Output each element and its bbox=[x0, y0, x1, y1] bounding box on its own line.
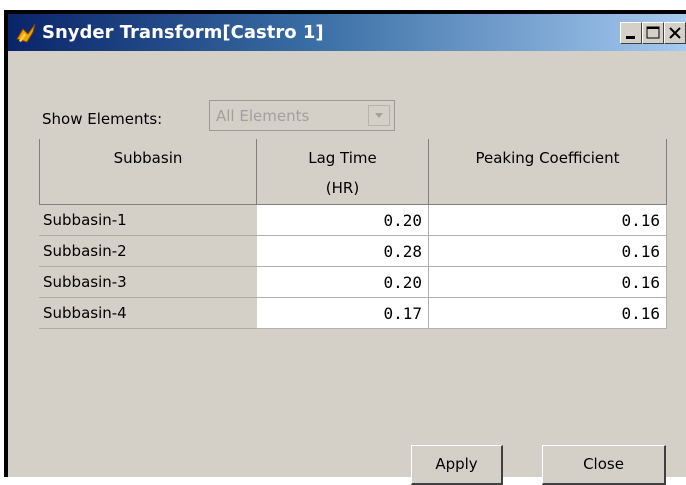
show-elements-value: All Elements bbox=[216, 107, 310, 125]
minimize-button[interactable] bbox=[620, 22, 642, 44]
lag-time-cell[interactable]: 0.28 bbox=[257, 236, 429, 267]
close-button[interactable]: Close bbox=[542, 445, 666, 485]
chevron-down-icon bbox=[375, 113, 383, 118]
dropdown-button[interactable] bbox=[368, 105, 390, 126]
table-row: Subbasin-3 0.20 0.16 bbox=[39, 267, 667, 298]
subbasin-name: Subbasin-1 bbox=[39, 205, 257, 236]
minimize-icon bbox=[626, 36, 635, 39]
window-title: Snyder Transform[Castro 1] bbox=[42, 22, 324, 43]
peaking-coefficient-cell[interactable]: 0.16 bbox=[429, 298, 667, 329]
apply-button[interactable]: Apply bbox=[411, 445, 503, 485]
subbasin-name: Subbasin-4 bbox=[39, 298, 257, 329]
table-row: Subbasin-2 0.28 0.16 bbox=[39, 236, 667, 267]
table-row: Subbasin-4 0.17 0.16 bbox=[39, 298, 667, 329]
dialog-body: Show Elements: All Elements Subbasin Lag… bbox=[8, 51, 686, 485]
lag-time-cell[interactable]: 0.20 bbox=[257, 267, 429, 298]
title-bar[interactable]: Snyder Transform[Castro 1] bbox=[8, 14, 686, 51]
subbasin-name: Subbasin-3 bbox=[39, 267, 257, 298]
peaking-coefficient-cell[interactable]: 0.16 bbox=[429, 236, 667, 267]
show-elements-select[interactable]: All Elements bbox=[209, 100, 395, 131]
subbasin-name: Subbasin-2 bbox=[39, 236, 257, 267]
close-window-button[interactable] bbox=[664, 22, 686, 44]
close-icon bbox=[669, 27, 681, 39]
column-header-subbasin[interactable]: Subbasin bbox=[39, 139, 257, 205]
app-icon bbox=[14, 21, 38, 45]
lag-time-cell[interactable]: 0.20 bbox=[257, 205, 429, 236]
dialog-window: Snyder Transform[Castro 1] Show Elements… bbox=[4, 10, 686, 485]
lag-time-cell[interactable]: 0.17 bbox=[257, 298, 429, 329]
maximize-icon bbox=[646, 26, 660, 39]
show-elements-label: Show Elements: bbox=[42, 110, 163, 128]
column-header-peaking-coefficient[interactable]: Peaking Coefficient bbox=[429, 139, 667, 205]
peaking-coefficient-cell[interactable]: 0.16 bbox=[429, 205, 667, 236]
maximize-button[interactable] bbox=[642, 22, 664, 44]
column-header-lag-time[interactable]: Lag Time (HR) bbox=[257, 139, 429, 205]
table-row: Subbasin-1 0.20 0.16 bbox=[39, 205, 667, 236]
peaking-coefficient-cell[interactable]: 0.16 bbox=[429, 267, 667, 298]
